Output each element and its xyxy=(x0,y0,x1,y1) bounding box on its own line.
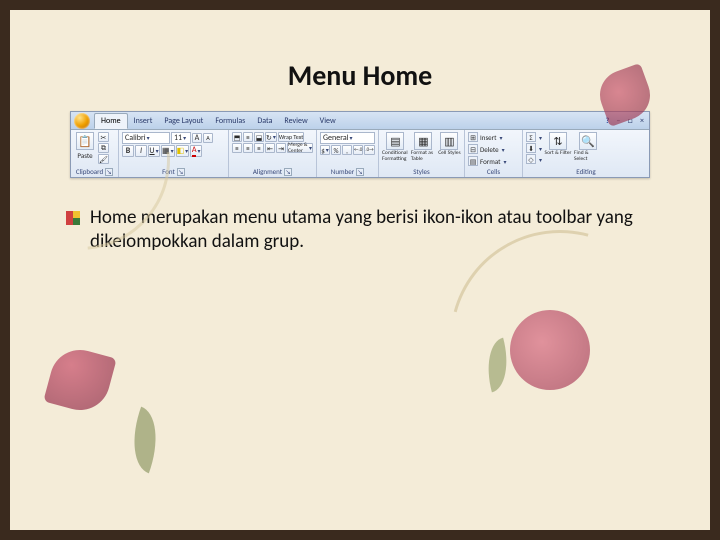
group-styles: ▤ Conditional Formatting ▦ Format as Tab… xyxy=(379,130,465,177)
align-right-icon: ≡ xyxy=(257,144,261,153)
wrap-text-button[interactable]: Wrap Text xyxy=(278,132,304,142)
decorative-flower xyxy=(510,310,590,390)
group-alignment: ⬒ ≡ ⬓ ↻ Wrap Text ≡ ≡ ≡ ⇤ ⇥ Merge & Cent… xyxy=(229,130,317,177)
format-cells-button[interactable]: ▤Format xyxy=(468,156,507,166)
group-number-label: Number xyxy=(331,167,354,176)
clear-icon: ◇ xyxy=(526,154,536,164)
decorative-leaf xyxy=(121,407,170,474)
format-icon: ▤ xyxy=(468,156,478,166)
clear-button[interactable]: ◇ xyxy=(526,154,542,164)
align-bottom-button[interactable]: ⬓ xyxy=(254,132,264,142)
shrink-font-icon: A xyxy=(206,134,209,142)
comma-button[interactable]: , xyxy=(342,145,352,155)
grow-font-button[interactable]: A xyxy=(192,133,202,143)
indent-dec-icon: ⇤ xyxy=(267,144,273,153)
fill-icon: ◧ xyxy=(177,146,185,156)
sum-icon: Σ xyxy=(526,132,536,142)
increase-indent-button[interactable]: ⇥ xyxy=(276,143,286,153)
decrease-indent-button[interactable]: ⇤ xyxy=(265,143,275,153)
decrease-decimal-button[interactable]: .0→ xyxy=(364,145,374,155)
group-number: General $ % , ←.0 .0→ Number↘ xyxy=(317,130,379,177)
tab-formulas[interactable]: Formulas xyxy=(209,114,251,128)
font-color-button[interactable]: A xyxy=(190,145,202,157)
tab-review[interactable]: Review xyxy=(278,114,313,128)
dialog-launcher-icon[interactable]: ↘ xyxy=(284,168,292,176)
group-alignment-label: Alignment xyxy=(253,167,282,176)
conditional-formatting-button[interactable]: ▤ Conditional Formatting xyxy=(382,132,409,162)
comma-icon: , xyxy=(346,146,348,155)
cell-styles-icon: ▥ xyxy=(440,132,458,150)
align-top-icon: ⬒ xyxy=(234,133,241,142)
align-left-icon: ≡ xyxy=(235,144,239,153)
autosum-button[interactable]: Σ xyxy=(526,132,542,142)
orientation-button[interactable]: ↻ xyxy=(265,132,277,142)
group-cells: ⊞Insert ⊟Delete ▤Format Cells xyxy=(465,130,523,177)
sort-filter-icon: ⇅ xyxy=(549,132,567,150)
sort-filter-button[interactable]: ⇅ Sort & Filter xyxy=(544,132,572,157)
tab-data[interactable]: Data xyxy=(251,114,278,128)
currency-icon: $ xyxy=(321,146,325,155)
align-middle-button[interactable]: ≡ xyxy=(243,132,253,142)
close-icon[interactable]: × xyxy=(637,116,647,126)
align-left-button[interactable]: ≡ xyxy=(232,143,242,153)
percent-icon: % xyxy=(333,146,338,155)
find-select-button[interactable]: 🔍 Find & Select xyxy=(574,132,602,162)
align-middle-icon: ≡ xyxy=(246,133,250,142)
orientation-icon: ↻ xyxy=(266,133,272,142)
indent-inc-icon: ⇥ xyxy=(278,144,284,153)
group-styles-label: Styles xyxy=(413,167,430,176)
insert-icon: ⊞ xyxy=(468,132,478,142)
delete-icon: ⊟ xyxy=(468,144,478,154)
number-format-select[interactable]: General xyxy=(320,132,375,144)
group-cells-label: Cells xyxy=(487,167,500,176)
percent-button[interactable]: % xyxy=(331,145,341,155)
merge-center-button[interactable]: Merge & Center xyxy=(287,143,313,153)
align-bottom-icon: ⬓ xyxy=(256,133,263,142)
fill-color-button[interactable]: ◧ xyxy=(176,145,190,157)
fill-button[interactable]: ⬇ xyxy=(526,143,542,153)
currency-button[interactable]: $ xyxy=(320,145,330,155)
dec-dec-icon: .0→ xyxy=(365,147,373,153)
inc-dec-icon: ←.0 xyxy=(354,147,362,153)
shrink-font-button[interactable]: A xyxy=(203,133,213,143)
format-as-table-button[interactable]: ▦ Format as Table xyxy=(411,132,436,162)
format-table-icon: ▦ xyxy=(414,132,432,150)
tab-page-layout[interactable]: Page Layout xyxy=(158,114,209,128)
increase-decimal-button[interactable]: ←.0 xyxy=(353,145,363,155)
group-editing: Σ ⬇ ◇ ⇅ Sort & Filter 🔍 Find & Select Ed… xyxy=(523,130,649,177)
grow-font-icon: A xyxy=(195,133,200,143)
fill-down-icon: ⬇ xyxy=(526,143,536,153)
tab-view[interactable]: View xyxy=(314,114,342,128)
decorative-flower xyxy=(43,343,116,416)
dialog-launcher-icon[interactable]: ↘ xyxy=(177,168,185,176)
cond-format-icon: ▤ xyxy=(386,132,404,150)
cell-styles-button[interactable]: ▥ Cell Styles xyxy=(438,132,461,157)
group-editing-label: Editing xyxy=(576,167,595,176)
align-top-button[interactable]: ⬒ xyxy=(232,132,242,142)
find-icon: 🔍 xyxy=(579,132,597,150)
align-center-icon: ≡ xyxy=(246,144,250,153)
align-center-button[interactable]: ≡ xyxy=(243,143,253,153)
font-color-icon: A xyxy=(192,145,197,157)
font-size-select[interactable]: 11 xyxy=(171,132,191,144)
align-right-button[interactable]: ≡ xyxy=(254,143,264,153)
delete-cells-button[interactable]: ⊟Delete xyxy=(468,144,505,154)
dialog-launcher-icon[interactable]: ↘ xyxy=(356,168,364,176)
insert-cells-button[interactable]: ⊞Insert xyxy=(468,132,502,142)
